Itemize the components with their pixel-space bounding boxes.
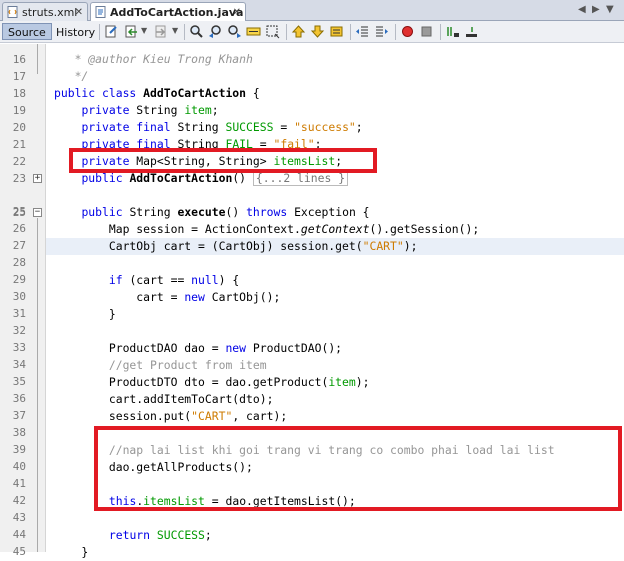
editor-tab-bar: struts.xml ✕ AddToCartAction.java ✕ ◀ ▶ … [0, 0, 624, 22]
line-number: 19 [12, 104, 26, 117]
history-tab-button[interactable]: History [50, 23, 101, 40]
code-line: */ [54, 69, 89, 83]
code-line: ProductDTO dto = dao.getProduct(item); [54, 375, 370, 389]
tab-list-icon[interactable]: ▼ [606, 4, 614, 15]
toolbar-separator [395, 24, 396, 40]
start-macro-icon[interactable] [400, 24, 415, 39]
annotation-box-reload-list [94, 426, 622, 511]
close-icon[interactable]: ✕ [75, 3, 83, 22]
code-line: public String execute() throws Exception… [81, 205, 370, 219]
tab-scroll-left-icon[interactable]: ◀ [578, 4, 586, 15]
editor-toolbar: Source History ▼ ▼ [0, 21, 624, 43]
line-number: 44 [12, 528, 26, 541]
line-number: 30 [12, 290, 26, 303]
forward-icon[interactable] [154, 24, 169, 39]
toolbar-separator [350, 24, 351, 40]
toolbar-separator [286, 24, 287, 40]
find-next-icon[interactable] [227, 24, 242, 39]
line-number: 38 [12, 426, 26, 439]
toggle-highlight-icon[interactable] [246, 24, 261, 39]
toolbar-separator [184, 24, 185, 40]
code-line: ProductDAO dao = new ProductDAO(); [54, 341, 343, 355]
fold-guide [37, 44, 38, 74]
line-number: 23 [12, 172, 26, 185]
code-line: private String item; [81, 103, 219, 117]
next-bookmark-icon[interactable] [310, 24, 325, 39]
toolbar-separator [440, 24, 441, 40]
code-line-current: CartObj cart = (CartObj) session.get("CA… [46, 238, 624, 255]
line-number: 25 [12, 205, 26, 218]
fold-collapse-icon[interactable]: − [33, 208, 42, 217]
shift-right-icon[interactable] [374, 24, 389, 39]
line-number: 17 [12, 70, 26, 83]
fold-guide [37, 218, 38, 552]
source-tab-button[interactable]: Source [2, 23, 52, 40]
line-number: 36 [12, 392, 26, 405]
tab-struts-xml[interactable]: struts.xml ✕ [2, 2, 88, 21]
line-number: 42 [12, 494, 26, 507]
line-number: 40 [12, 460, 26, 473]
line-number: 35 [12, 375, 26, 388]
code-line: return SUCCESS; [108, 528, 212, 542]
code-line: } [54, 545, 89, 559]
tab-scroll-right-icon[interactable]: ▶ [592, 4, 600, 15]
line-number: 28 [12, 256, 26, 269]
forward-dropdown-icon[interactable]: ▼ [172, 26, 178, 35]
code-line: //get Product from item [54, 358, 267, 372]
java-file-icon [95, 6, 106, 18]
code-line: } [54, 307, 116, 321]
xml-file-icon [7, 6, 18, 18]
previous-bookmark-icon[interactable] [291, 24, 306, 39]
code-line: cart.addItemToCart(dto); [54, 392, 274, 406]
shift-left-icon[interactable] [355, 24, 370, 39]
tab-addtocartaction-java[interactable]: AddToCartAction.java ✕ [90, 2, 246, 22]
line-number: 27 [12, 239, 26, 252]
code-line: * @author Kieu Trong Khanh [54, 52, 253, 66]
line-number: 29 [12, 273, 26, 286]
stop-macro-icon[interactable] [419, 24, 434, 39]
line-number: 31 [12, 307, 26, 320]
find-previous-icon[interactable] [208, 24, 223, 39]
back-icon[interactable] [124, 24, 139, 39]
code-line: public class AddToCartAction { [54, 86, 260, 100]
toggle-rect-select-icon[interactable] [265, 24, 280, 39]
line-number: 18 [12, 87, 26, 100]
line-number: 41 [12, 477, 26, 490]
line-number: 22 [12, 155, 26, 168]
back-dropdown-icon[interactable]: ▼ [141, 26, 147, 35]
toolbar-separator [99, 24, 100, 40]
line-number: 21 [12, 138, 26, 151]
comment-icon[interactable] [445, 24, 460, 39]
line-number: 37 [12, 409, 26, 422]
line-number: 26 [12, 222, 26, 235]
line-number: 34 [12, 358, 26, 371]
line-number: 16 [12, 53, 26, 66]
code-line: cart = new CartObj(); [54, 290, 281, 304]
line-number: 32 [12, 324, 26, 337]
line-number-gutter: 16 17 18 19 20 21 22 23 25 25 26 27 28 2… [0, 44, 46, 558]
code-line: session.put("CART", cart); [54, 409, 288, 423]
close-icon[interactable]: ✕ [233, 3, 241, 22]
fold-expand-icon[interactable]: + [33, 174, 42, 183]
find-icon[interactable] [189, 24, 204, 39]
line-number: 20 [12, 121, 26, 134]
uncomment-icon[interactable] [464, 24, 479, 39]
line-number: 39 [12, 443, 26, 456]
toggle-bookmark-icon[interactable] [329, 24, 344, 39]
code-line: Map session = ActionContext.getContext()… [54, 222, 480, 236]
line-number: 43 [12, 511, 26, 524]
code-line: private final String SUCCESS = "success"… [81, 120, 363, 134]
last-edit-icon[interactable] [104, 24, 119, 39]
line-number: 33 [12, 341, 26, 354]
annotation-box-itemslist-field [69, 148, 377, 173]
code-line: if (cart == null) { [108, 273, 240, 287]
